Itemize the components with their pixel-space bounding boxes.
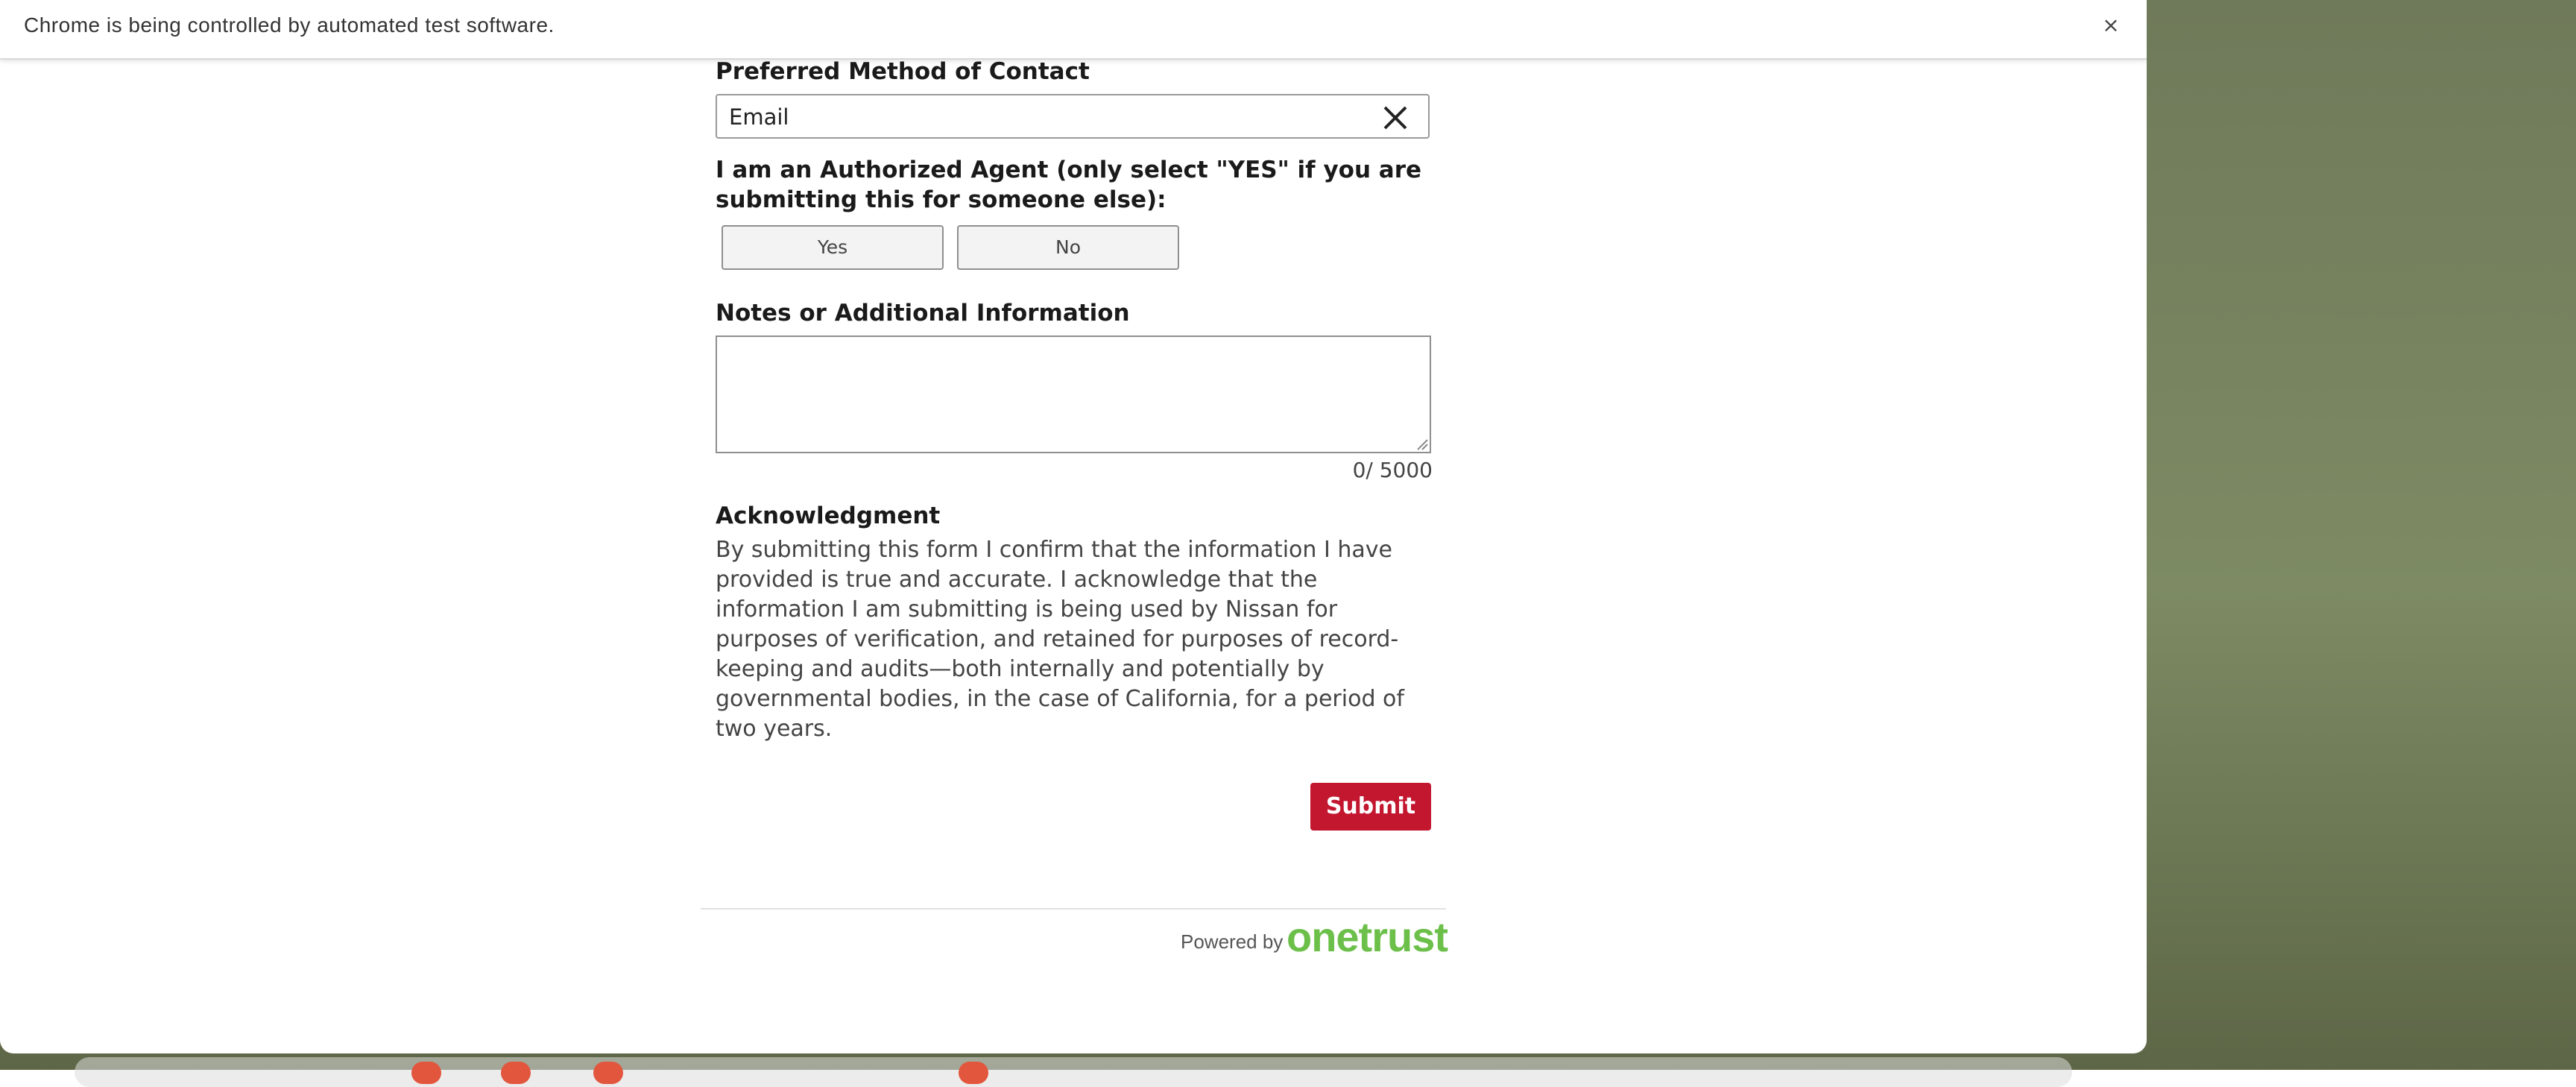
infobar-close-icon[interactable]: ×	[2096, 10, 2126, 40]
contact-method-label: Preferred Method of Contact	[716, 58, 1090, 85]
automation-infobar: Chrome is being controlled by automated …	[0, 0, 2147, 60]
agent-no-button[interactable]: No	[957, 225, 1179, 270]
authorized-agent-label: I am an Authorized Agent (only select "Y…	[716, 157, 1422, 213]
dock-app-icon[interactable]	[593, 1062, 623, 1084]
notes-character-counter: 0/ 5000	[1352, 458, 1433, 482]
acknowledgment-title: Acknowledgment	[716, 502, 941, 529]
notes-label: Notes or Additional Information	[716, 300, 1130, 327]
agent-yes-button[interactable]: Yes	[722, 225, 944, 270]
submit-button[interactable]: Submit	[1310, 783, 1431, 831]
dock-app-icon[interactable]	[959, 1062, 988, 1084]
notes-textarea[interactable]	[716, 335, 1431, 453]
onetrust-logo: onetrust	[1287, 913, 1448, 960]
browser-window: Chrome is being controlled by automated …	[0, 0, 2147, 1053]
clear-selection-close-icon[interactable]	[1380, 103, 1410, 133]
privacy-request-form: Preferred Method of Contact Email I am a…	[701, 0, 1448, 1053]
contact-method-select[interactable]: Email	[716, 94, 1430, 139]
infobar-message: Chrome is being controlled by automated …	[24, 13, 555, 37]
dock-app-icon[interactable]	[501, 1062, 531, 1084]
resize-grip-icon[interactable]	[1415, 437, 1428, 450]
dock-app-icon[interactable]	[411, 1062, 441, 1084]
contact-method-value: Email	[729, 104, 789, 130]
acknowledgment-text: By submitting this form I confirm that t…	[716, 537, 1404, 742]
dock	[75, 1057, 2072, 1087]
powered-by-text: Powered by	[1181, 930, 1284, 953]
powered-by-onetrust[interactable]: Powered by onetrust	[1181, 913, 1449, 960]
footer-divider	[701, 908, 1446, 910]
